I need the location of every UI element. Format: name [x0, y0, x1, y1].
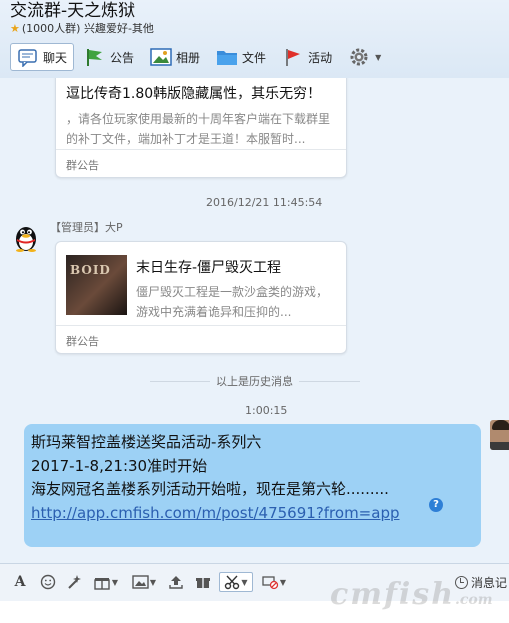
sender-name[interactable]: 【管理员】大P	[50, 219, 123, 235]
history-label: 以上是历史消息	[0, 373, 509, 389]
user-avatar[interactable]	[490, 420, 509, 450]
notice-title: 逗比传奇1.80韩版隐藏属性，其乐无穷！	[66, 86, 322, 102]
group-meta: ★ (1000人群) 兴趣爱好-其他	[10, 20, 154, 36]
chevron-down-icon: ▼	[149, 577, 157, 587]
photo-album-icon	[150, 47, 172, 67]
tab-files-label: 文件	[242, 50, 267, 65]
tab-notice[interactable]: 公告	[78, 43, 140, 71]
tab-bar: 聊天 公告 相册 文件 活动 ▼	[10, 42, 391, 72]
notice-footer: 群公告	[56, 149, 346, 177]
emoji-icon[interactable]	[38, 572, 58, 592]
group-header: 交流群-天之炼狱 ★ (1000人群) 兴趣爱好-其他 聊天 公告 相册 文件 …	[0, 0, 509, 78]
notice-body: ，请各位玩家使用最新的十周年客户端在下载群里的补丁文件，端加补丁才是王道！本服暂…	[66, 112, 331, 146]
settings-menu-button[interactable]: ▼	[342, 43, 387, 71]
group-title: 交流群-天之炼狱	[10, 1, 136, 21]
block-message-icon	[262, 576, 279, 590]
tab-notice-label: 公告	[110, 50, 135, 65]
red-flag-icon	[282, 47, 304, 67]
notice-footer: 群公告	[56, 325, 346, 353]
message-line: 海友网冠名盖楼系列活动开始啦，现在是第六轮.........	[31, 480, 389, 498]
chat-area[interactable]: 逗比传奇1.80韩版隐藏属性，其乐无穷！ ，请各位玩家使用最新的十周年客户端在下…	[0, 78, 509, 563]
help-icon[interactable]: ?	[429, 498, 443, 512]
upload-icon[interactable]	[166, 572, 186, 592]
tab-activity-label: 活动	[308, 50, 333, 65]
folder-icon	[216, 47, 238, 67]
watermark-text: cmfish	[330, 577, 456, 612]
tab-chat[interactable]: 聊天	[10, 43, 75, 71]
history-label-text: 以上是历史消息	[210, 375, 299, 388]
tab-chat-label: 聊天	[43, 50, 68, 65]
font-icon[interactable]: A	[10, 572, 30, 592]
gift-menu-button[interactable]: ▼	[90, 572, 122, 592]
group-notice-card[interactable]: 逗比传奇1.80韩版隐藏属性，其乐无穷！ ，请各位玩家使用最新的十周年客户端在下…	[55, 78, 347, 178]
message-link[interactable]: http://app.cmfish.com/m/post/475691?from…	[31, 502, 474, 526]
watermark: cmfish.com	[330, 577, 493, 612]
group-notice-card[interactable]: BOID 末日生存-僵尸毁灭工程 僵尸毁灭工程是一款沙盒类的游戏，游戏中充满着诡…	[55, 241, 347, 354]
thumbnail-text: BOID	[70, 263, 111, 277]
group-meta-text: (1000人群) 兴趣爱好-其他	[21, 22, 154, 35]
chevron-down-icon: ▼	[279, 577, 287, 587]
chat-bubble-icon	[17, 47, 39, 68]
tab-album[interactable]: 相册	[144, 43, 206, 71]
block-menu-button[interactable]: ▼	[258, 572, 290, 592]
chevron-down-icon: ▼	[111, 577, 119, 587]
image-icon	[132, 575, 149, 589]
magic-wand-icon[interactable]	[64, 572, 84, 592]
gear-icon	[348, 47, 370, 67]
message-timestamp: 1:00:15	[245, 404, 288, 417]
message-timestamp: 2016/12/21 11:45:54	[206, 196, 323, 209]
notice-title: 末日生存-僵尸毁灭工程	[136, 260, 282, 276]
chevron-down-icon: ▼	[375, 52, 382, 62]
star-icon: ★	[10, 22, 20, 35]
tab-album-label: 相册	[176, 50, 201, 65]
message-line: 斯玛莱智控盖楼送奖品活动-系列六	[31, 433, 262, 451]
chevron-down-icon: ▼	[241, 577, 248, 587]
gift-box-icon[interactable]	[193, 572, 213, 592]
screenshot-menu-button[interactable]: ▼	[219, 572, 253, 592]
image-menu-button[interactable]: ▼	[128, 572, 160, 592]
scissors-icon	[225, 575, 240, 590]
gift-icon	[94, 578, 110, 590]
penguin-avatar-icon[interactable]	[12, 222, 40, 252]
message-line: 2017-1-8,21:30准时开始	[31, 456, 208, 475]
notice-body: 僵尸毁灭工程是一款沙盒类的游戏，游戏中充满着诡异和压抑的...	[136, 285, 329, 319]
message-bubble[interactable]: 斯玛莱智控盖楼送奖品活动-系列六 2017-1-8,21:30准时开始 海友网冠…	[24, 424, 481, 547]
tab-activity[interactable]: 活动	[276, 43, 338, 71]
notice-thumbnail: BOID	[66, 255, 127, 315]
flag-icon	[84, 47, 106, 67]
tab-files[interactable]: 文件	[210, 43, 272, 71]
watermark-suffix: .com	[455, 592, 493, 608]
